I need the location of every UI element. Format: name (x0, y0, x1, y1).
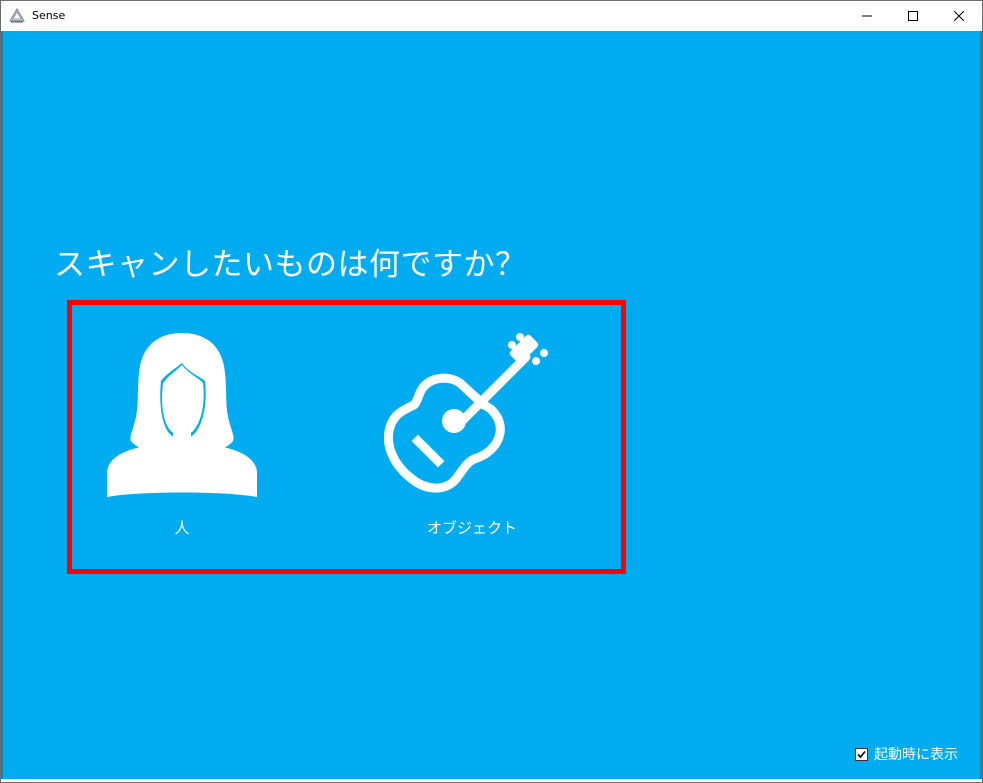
minimize-icon (862, 15, 872, 17)
show-on-startup[interactable]: 起動時に表示 (855, 744, 958, 764)
maximize-icon (908, 11, 918, 21)
minimize-button[interactable] (844, 1, 890, 31)
person-icon (107, 333, 257, 497)
title-bar[interactable]: Sense (1, 1, 982, 31)
scan-options-highlight: 人 オブジェクト (67, 300, 626, 574)
guitar-icon (384, 333, 548, 493)
checkmark-icon (857, 750, 866, 758)
sense-logo-icon (9, 8, 25, 23)
close-button[interactable] (936, 1, 982, 31)
show-on-startup-label: 起動時に表示 (874, 747, 958, 763)
close-icon (954, 11, 964, 21)
option-object[interactable]: オブジェクト (372, 305, 572, 569)
option-person-label: 人 (174, 519, 190, 537)
maximize-button[interactable] (890, 1, 936, 31)
show-on-startup-checkbox[interactable] (855, 747, 868, 761)
option-person[interactable]: 人 (97, 305, 267, 569)
app-window: Sense スキャンしたいものは何ですか？ 人 オブジェクト 起動時に表示 (0, 0, 983, 783)
scan-prompt-heading: スキャンしたいものは何ですか？ (54, 247, 527, 283)
window-title: Sense (32, 9, 66, 22)
main-panel: スキャンしたいものは何ですか？ 人 オブジェクト 起動時に表示 (1, 31, 982, 779)
option-object-label: オブジェクト (426, 519, 517, 537)
